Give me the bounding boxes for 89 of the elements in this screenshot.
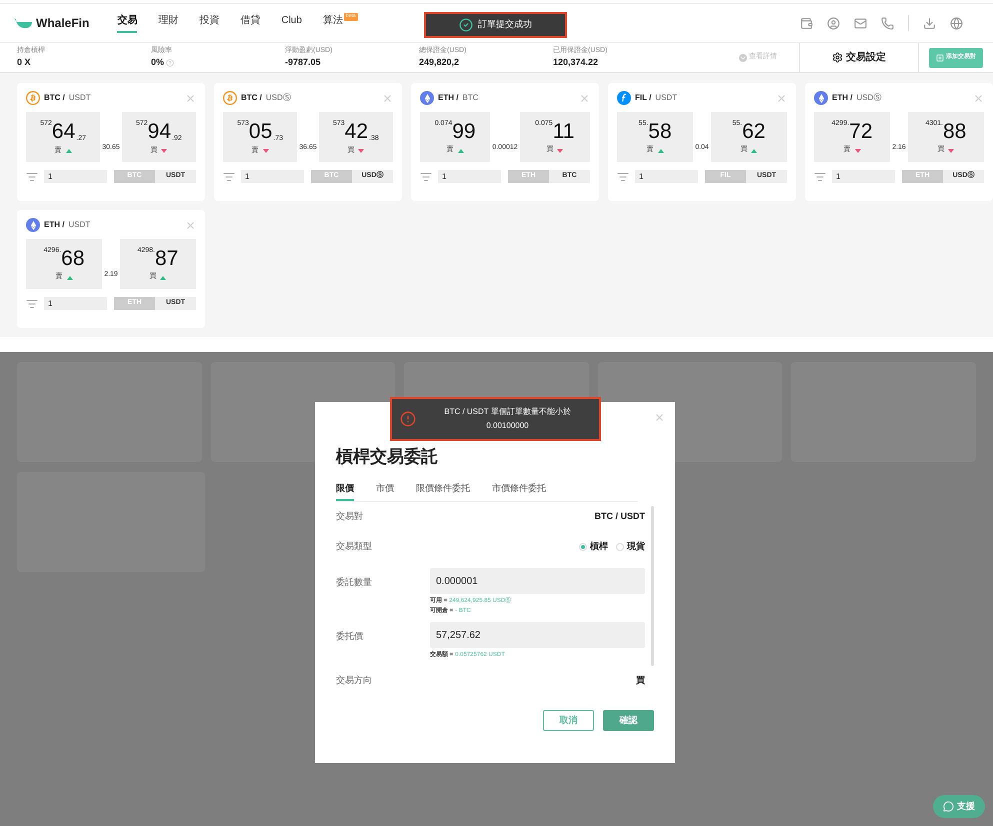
trade-settings-button[interactable]: 交易設定 [799, 43, 919, 72]
nav-tab[interactable]: 算法 [322, 13, 343, 33]
nav-tab[interactable]: Club [281, 13, 302, 33]
field-label: 委託數量 [336, 576, 373, 589]
close-icon[interactable] [776, 92, 787, 104]
field-label: 交易類型 [336, 540, 372, 554]
alert-icon [400, 411, 416, 427]
chat-bubble-icon [943, 801, 954, 812]
pair-quote: USDⓈ [856, 92, 882, 104]
close-icon[interactable] [579, 92, 590, 104]
price-main-digits: 72 [849, 121, 873, 144]
toast-message: 訂單提交成功 [478, 18, 532, 32]
toast-message: 0.00100000 [486, 420, 529, 432]
price-main-digits: 42 [344, 120, 368, 142]
nav-tab[interactable]: 借貸 [240, 13, 260, 33]
direction-value: 買 [636, 674, 645, 688]
price-main-digits: 87 [154, 248, 178, 270]
pair-quote: USDT [68, 219, 90, 231]
close-icon[interactable] [973, 92, 984, 104]
pair-value: BTC / USDT [594, 510, 645, 524]
close-icon[interactable] [654, 412, 665, 423]
globe-icon[interactable] [950, 16, 963, 30]
price-main-digits: 68 [61, 248, 85, 270]
mail-icon[interactable] [854, 16, 867, 30]
stat-value: 0 X [17, 56, 31, 69]
nav-tab[interactable]: 交易 [117, 13, 138, 33]
chevron-down-icon [739, 54, 747, 62]
download-icon[interactable] [923, 16, 936, 30]
close-icon[interactable] [185, 92, 196, 104]
close-icon[interactable] [382, 92, 393, 104]
order-type-tab[interactable]: 限價 [336, 482, 354, 501]
price-main-digits: 62 [742, 121, 766, 144]
user-icon[interactable] [827, 16, 840, 30]
price-main-digits: 11 [552, 121, 574, 144]
stat-value: 120,374.22 [553, 56, 598, 69]
field-label: 委托價 [336, 630, 364, 643]
price-main-digits: 99 [452, 121, 476, 144]
check-icon [459, 18, 473, 32]
pair-quote: USDT [655, 92, 678, 104]
pair-base: ETH / [438, 92, 458, 104]
stat-value: 0% [151, 56, 164, 69]
order-type-tab[interactable]: 市價 [376, 482, 394, 501]
stat-value: -9787.05 [285, 56, 321, 69]
quantity-field[interactable]: 1 [44, 297, 107, 310]
stat-value: 249,820,2 [419, 56, 460, 69]
price-main-digits: 94 [148, 120, 172, 142]
filter-icon[interactable] [420, 170, 432, 182]
toast-message: BTC / USDT 單個訂單數量不能小於 [444, 406, 571, 418]
quantity-field[interactable]: 1 [44, 170, 107, 183]
filter-icon[interactable] [26, 170, 38, 182]
pair-base: ETH / [44, 219, 64, 231]
help-icon[interactable] [166, 58, 174, 67]
pair-base: BTC / [241, 92, 262, 104]
type-radio[interactable]: 槓桿 [579, 540, 608, 554]
price-main-digits: 58 [648, 121, 672, 144]
pair-base: ETH / [832, 92, 852, 104]
dialog-title: 槓桿交易委託 [336, 446, 439, 468]
brand-name: WhaleFin [36, 15, 90, 32]
scrollbar[interactable] [651, 506, 654, 666]
filter-icon[interactable] [26, 298, 38, 310]
nav-tab[interactable]: 投資 [199, 13, 220, 33]
price-main-digits: 88 [942, 121, 966, 144]
pair-quote: USDT [68, 92, 91, 104]
wallet-icon[interactable] [800, 16, 813, 30]
phone-icon[interactable] [881, 16, 894, 30]
input-field[interactable]: 57,257.62 [430, 622, 645, 648]
price-main-digits: 05 [248, 120, 272, 142]
quantity-field[interactable]: 1 [832, 170, 895, 183]
price-main-digits: 64 [52, 120, 76, 142]
type-radio[interactable]: 現貨 [616, 540, 645, 554]
field-label: 交易方向 [336, 674, 372, 688]
close-icon[interactable] [185, 220, 196, 230]
filter-icon[interactable] [814, 170, 826, 182]
quantity-field[interactable]: 1 [635, 170, 698, 183]
pair-base: FIL / [635, 92, 652, 104]
nav-tab[interactable]: 理財 [158, 13, 178, 33]
pair-base: BTC / [44, 92, 65, 104]
quantity-field[interactable]: 1 [438, 170, 501, 183]
pair-quote: BTC [462, 92, 478, 104]
field-label: 交易對 [336, 510, 363, 524]
input-field[interactable]: 0.000001 [430, 568, 645, 594]
plus-square-icon [936, 54, 944, 62]
order-type-tab[interactable]: 市價條件委托 [492, 482, 546, 501]
filter-icon[interactable] [617, 170, 629, 182]
settings-icon [832, 52, 843, 63]
order-type-tab[interactable]: 限價條件委托 [416, 482, 470, 501]
filter-icon[interactable] [223, 170, 235, 182]
pair-quote: USDⓈ [266, 92, 291, 104]
quantity-field[interactable]: 1 [241, 170, 304, 183]
